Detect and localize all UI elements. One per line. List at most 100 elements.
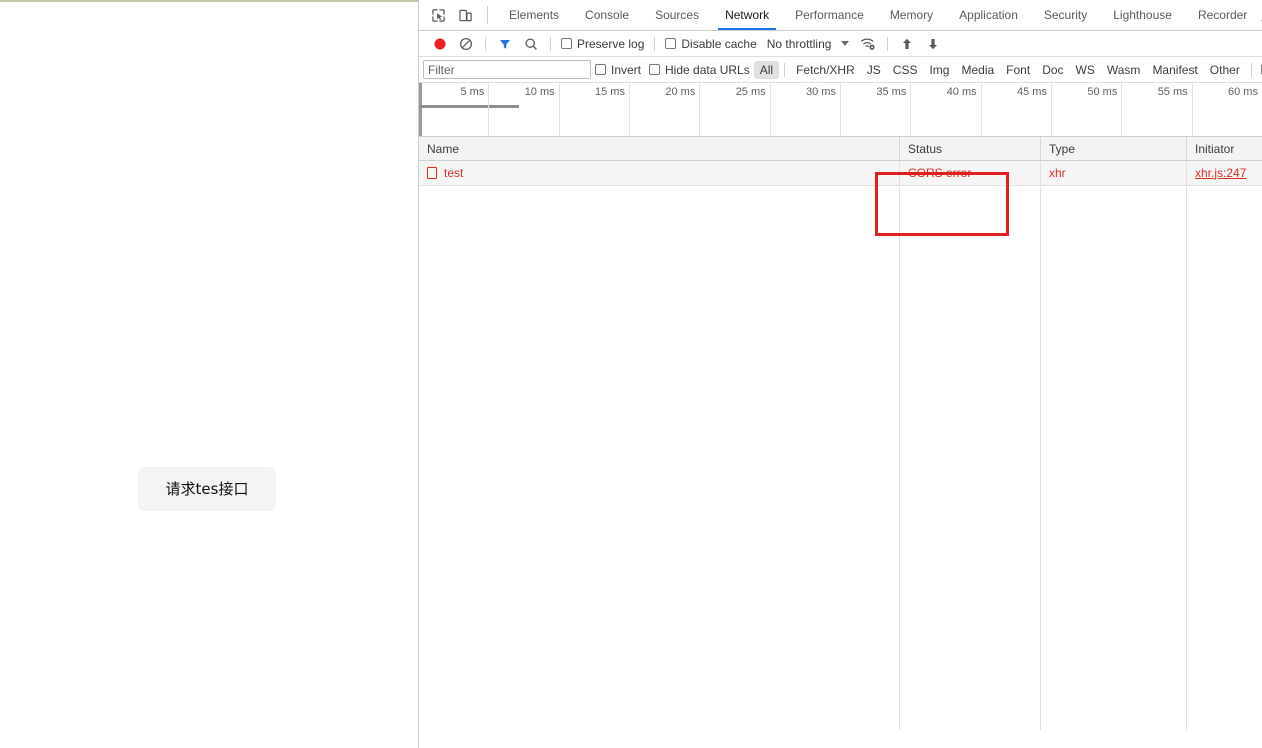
timeline-tick-label: 50 ms [1087,86,1118,98]
chevron-down-icon[interactable] [841,41,850,46]
timeline-tick-label: 55 ms [1157,86,1188,98]
inspect-element-icon[interactable] [425,0,452,30]
checkbox-box[interactable] [649,64,661,75]
toolbar-separator [485,36,486,51]
filter-type-other[interactable]: Other [1204,61,1246,79]
tab-lighthouse[interactable]: Lighthouse [1100,0,1185,30]
page-viewport: 请求tes接口 [0,0,418,748]
preserve-log-checkbox[interactable]: Preserve log [557,37,648,51]
column-header-initiator[interactable]: Initiator [1187,137,1262,161]
clear-icon[interactable] [453,32,479,56]
toolbar-separator [887,36,889,51]
checkbox-box[interactable] [665,38,677,49]
import-har-icon[interactable] [894,32,920,56]
timeline-tick-label: 60 ms [1228,86,1258,98]
filter-type-doc[interactable]: Doc [1036,61,1069,79]
document-icon [427,167,437,179]
network-toolbar: Preserve log Disable cache No throttling [419,31,1262,57]
timeline-tick-label: 25 ms [735,86,766,98]
filter-type-font[interactable]: Font [1000,61,1036,79]
filter-type-img[interactable]: Img [923,61,955,79]
timeline-tick: 50 ms [1052,83,1123,136]
filter-type-wasm[interactable]: Wasm [1101,61,1147,79]
table-row[interactable]: test CORS error xhr xhr.js:247 [419,160,1262,186]
checkbox-box[interactable] [595,64,606,75]
column-header-type[interactable]: Type [1041,136,1187,161]
device-toolbar-icon[interactable] [452,0,479,30]
export-har-icon[interactable] [920,32,946,56]
timeline-tick-label: 15 ms [595,86,625,98]
tab-label: Sources [655,8,700,22]
filter-type-ws[interactable]: WS [1070,61,1101,79]
invert-checkbox[interactable]: Invert [591,63,645,77]
timeline-tick: 40 ms [911,83,982,136]
request-name: test [444,165,464,180]
hide-data-urls-checkbox[interactable]: Hide data URLs [645,63,754,77]
tab-memory[interactable]: Memory [877,0,946,30]
devtools-panel: Elements Console Sources Network Perform… [418,0,1262,748]
checkbox-box[interactable] [561,38,572,49]
tab-console[interactable]: Console [572,0,642,30]
tab-label: Memory [889,8,934,22]
search-icon[interactable] [518,32,544,56]
tab-network[interactable]: Network [712,0,782,30]
filter-type-manifest[interactable]: Manifest [1146,61,1203,79]
network-filter-bar: Invert Hide data URLs All Fetch/XHR JS C… [419,57,1262,83]
tab-label: Elements [509,8,560,22]
preserve-log-label: Preserve log [577,36,645,51]
timeline-tick-label: 35 ms [876,86,907,98]
tab-label: Security [1043,8,1088,22]
timeline-tick: 30 ms [771,83,841,136]
disable-cache-label: Disable cache [681,36,757,51]
toolbar-separator [654,36,656,51]
tabstrip-separator [487,6,488,24]
tab-label: Performance [795,8,864,22]
timeline-tick: 60 ms [1193,83,1262,136]
hide-data-urls-label: Hide data URLs [665,62,750,77]
network-timeline-overview[interactable]: 5 ms 10 ms 15 ms 20 ms 25 ms 30 ms 35 ms 40 ms 4… [419,83,1262,137]
filter-type-js[interactable]: JS [861,61,887,79]
timeline-tick-label: 40 ms [946,86,977,98]
tab-elements[interactable]: Elements [496,0,572,30]
network-request-table: Name Status Type Initiator test CORS err… [419,136,1262,730]
filter-separator [1250,62,1252,77]
column-header-status[interactable]: Status [900,136,1041,161]
throttling-select[interactable]: No throttling [761,37,832,51]
timeline-tick-label: 20 ms [665,86,696,98]
timeline-tick: 25 ms [700,83,771,136]
cell-name[interactable]: test [419,160,900,186]
timeline-tick-label: 10 ms [524,86,555,98]
timeline-tick: 10 ms [489,83,560,136]
request-test-api-button[interactable]: 请求tes接口 [138,467,276,511]
filter-type-all[interactable]: All [753,60,780,79]
filter-input[interactable] [423,60,591,79]
cell-type[interactable]: xhr [1041,160,1187,186]
cell-initiator-link[interactable]: xhr.js:247 [1187,161,1262,186]
tab-label: Console [585,8,630,22]
wifi-settings-icon[interactable] [855,32,881,56]
record-stop-icon[interactable] [427,32,453,56]
filter-funnel-icon[interactable] [492,32,518,56]
filter-type-fetch-xhr[interactable]: Fetch/XHR [790,61,861,79]
disable-cache-checkbox[interactable]: Disable cache [661,37,760,51]
filter-type-media[interactable]: Media [955,61,1000,79]
table-column-guide [1041,187,1187,730]
filter-separator [784,62,786,77]
timeline-tick: 45 ms [982,83,1052,136]
tab-label: Network [725,8,770,22]
tab-security[interactable]: Security [1031,0,1100,30]
timeline-tick: 55 ms [1122,83,1193,136]
filter-type-css[interactable]: CSS [887,61,924,79]
has-blocked-cookies-checkbox[interactable]: Has b [1257,63,1262,77]
tab-application[interactable]: Application [946,0,1031,30]
tab-recorder[interactable]: Recorder [1185,0,1260,30]
timeline-tick: 15 ms [560,83,630,136]
tab-sources[interactable]: Sources [642,0,712,30]
toolbar-separator [550,36,551,51]
invert-label: Invert [611,62,642,77]
column-header-name[interactable]: Name [419,136,900,161]
cell-status[interactable]: CORS error [900,160,1041,186]
tab-label: Application [959,8,1018,22]
tab-performance[interactable]: Performance [782,0,877,30]
tab-label: Recorder [1197,8,1248,22]
